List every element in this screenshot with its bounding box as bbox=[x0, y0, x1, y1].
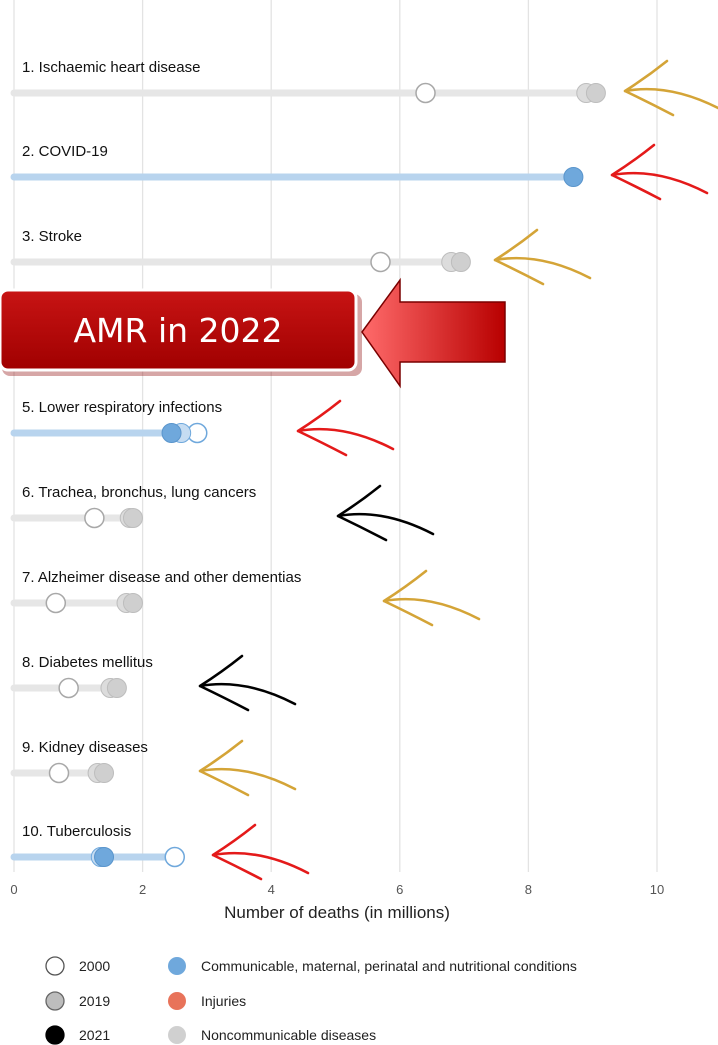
legend-label-year: 2000 bbox=[79, 958, 110, 974]
legend-marker-group bbox=[168, 1026, 186, 1044]
callout-arrow bbox=[361, 277, 506, 389]
hand-drawn-arrow bbox=[211, 823, 310, 881]
hand-drawn-arrow bbox=[336, 484, 435, 542]
category-label: 8. Diabetes mellitus bbox=[22, 654, 153, 671]
dot-2021 bbox=[94, 763, 115, 783]
category-label: 1. Ischaemic heart disease bbox=[22, 59, 200, 76]
dot-2021 bbox=[161, 423, 182, 443]
chart-row: 3. Stroke bbox=[10, 228, 471, 273]
dot-2021 bbox=[585, 83, 606, 103]
legend-label-group: Noncommunicable diseases bbox=[201, 1027, 376, 1043]
chart-row: 2. COVID-19 bbox=[10, 143, 584, 187]
hand-drawn-arrow bbox=[610, 143, 709, 201]
dot-2021 bbox=[94, 847, 115, 867]
category-label: 5. Lower respiratory infections bbox=[22, 399, 222, 416]
category-label: 9. Kidney diseases bbox=[22, 739, 148, 756]
legend-marker-year bbox=[45, 991, 65, 1011]
x-axis-ticks: 0 2 4 6 8 10 bbox=[10, 882, 664, 897]
category-label: 6. Trachea, bronchus, lung cancers bbox=[22, 484, 256, 501]
dot-2000 bbox=[45, 592, 67, 614]
legend: 2000 2019 2021 Communicable, maternal, peri… bbox=[45, 956, 577, 1045]
legend-marker-year bbox=[45, 956, 65, 976]
dot-2000 bbox=[48, 762, 70, 784]
dot-2021 bbox=[122, 593, 143, 613]
chart-row: 1. Ischaemic heart disease bbox=[10, 59, 606, 104]
dot-2021 bbox=[450, 252, 471, 272]
x-tick-label: 4 bbox=[268, 882, 275, 897]
dot-2021 bbox=[122, 508, 143, 528]
x-tick-label: 2 bbox=[139, 882, 146, 897]
category-label: 10. Tuberculosis bbox=[22, 823, 131, 840]
amr-callout: AMR in 2022 bbox=[0, 277, 506, 389]
dot-2000 bbox=[164, 846, 185, 868]
chart-row: 7. Alzheimer disease and other dementias bbox=[10, 569, 301, 614]
legend-marker-year bbox=[45, 1025, 65, 1045]
chart-canvas: 1. Ischaemic heart disease 2. COVID-19 3. … bbox=[0, 0, 718, 1045]
chart-row: 5. Lower respiratory infections bbox=[10, 399, 222, 444]
dot-2021 bbox=[563, 167, 584, 187]
hand-drawn-arrow bbox=[198, 654, 297, 712]
category-label: 2. COVID-19 bbox=[22, 143, 108, 160]
dot-2000 bbox=[84, 507, 105, 529]
callout-text: AMR in 2022 bbox=[73, 311, 282, 350]
chart-row: 10. Tuberculosis bbox=[10, 823, 185, 868]
hand-drawn-arrow bbox=[623, 59, 718, 117]
dot-2021 bbox=[106, 678, 127, 698]
x-tick-label: 6 bbox=[396, 882, 403, 897]
x-tick-label: 10 bbox=[650, 882, 664, 897]
annotation-arrows bbox=[198, 59, 718, 881]
legend-marker-group bbox=[168, 992, 186, 1010]
chart-row: 6. Trachea, bronchus, lung cancers bbox=[10, 484, 256, 529]
legend-label-group: Injuries bbox=[201, 993, 246, 1009]
legend-label-year: 2019 bbox=[79, 993, 110, 1009]
hand-drawn-arrow bbox=[382, 569, 481, 627]
legend-label-group: Communicable, maternal, perinatal and nu… bbox=[201, 958, 577, 974]
dot-2000 bbox=[415, 82, 436, 104]
hand-drawn-arrow bbox=[198, 739, 297, 797]
x-tick-label: 0 bbox=[10, 882, 17, 897]
chart-rows: 1. Ischaemic heart disease 2. COVID-19 3. … bbox=[10, 59, 606, 868]
category-label: 7. Alzheimer disease and other dementias bbox=[22, 569, 301, 586]
hand-drawn-arrow bbox=[296, 399, 395, 457]
dot-2000 bbox=[370, 251, 391, 273]
legend-marker-group bbox=[168, 957, 186, 975]
chart-row: 8. Diabetes mellitus bbox=[10, 654, 153, 699]
dot-2000 bbox=[58, 677, 79, 699]
hand-drawn-arrow bbox=[493, 228, 592, 286]
x-tick-label: 8 bbox=[525, 882, 532, 897]
legend-label-year: 2021 bbox=[79, 1027, 110, 1043]
chart-row: 9. Kidney diseases bbox=[10, 739, 148, 784]
x-axis-title: Number of deaths (in millions) bbox=[224, 903, 450, 922]
category-label: 3. Stroke bbox=[22, 228, 82, 245]
